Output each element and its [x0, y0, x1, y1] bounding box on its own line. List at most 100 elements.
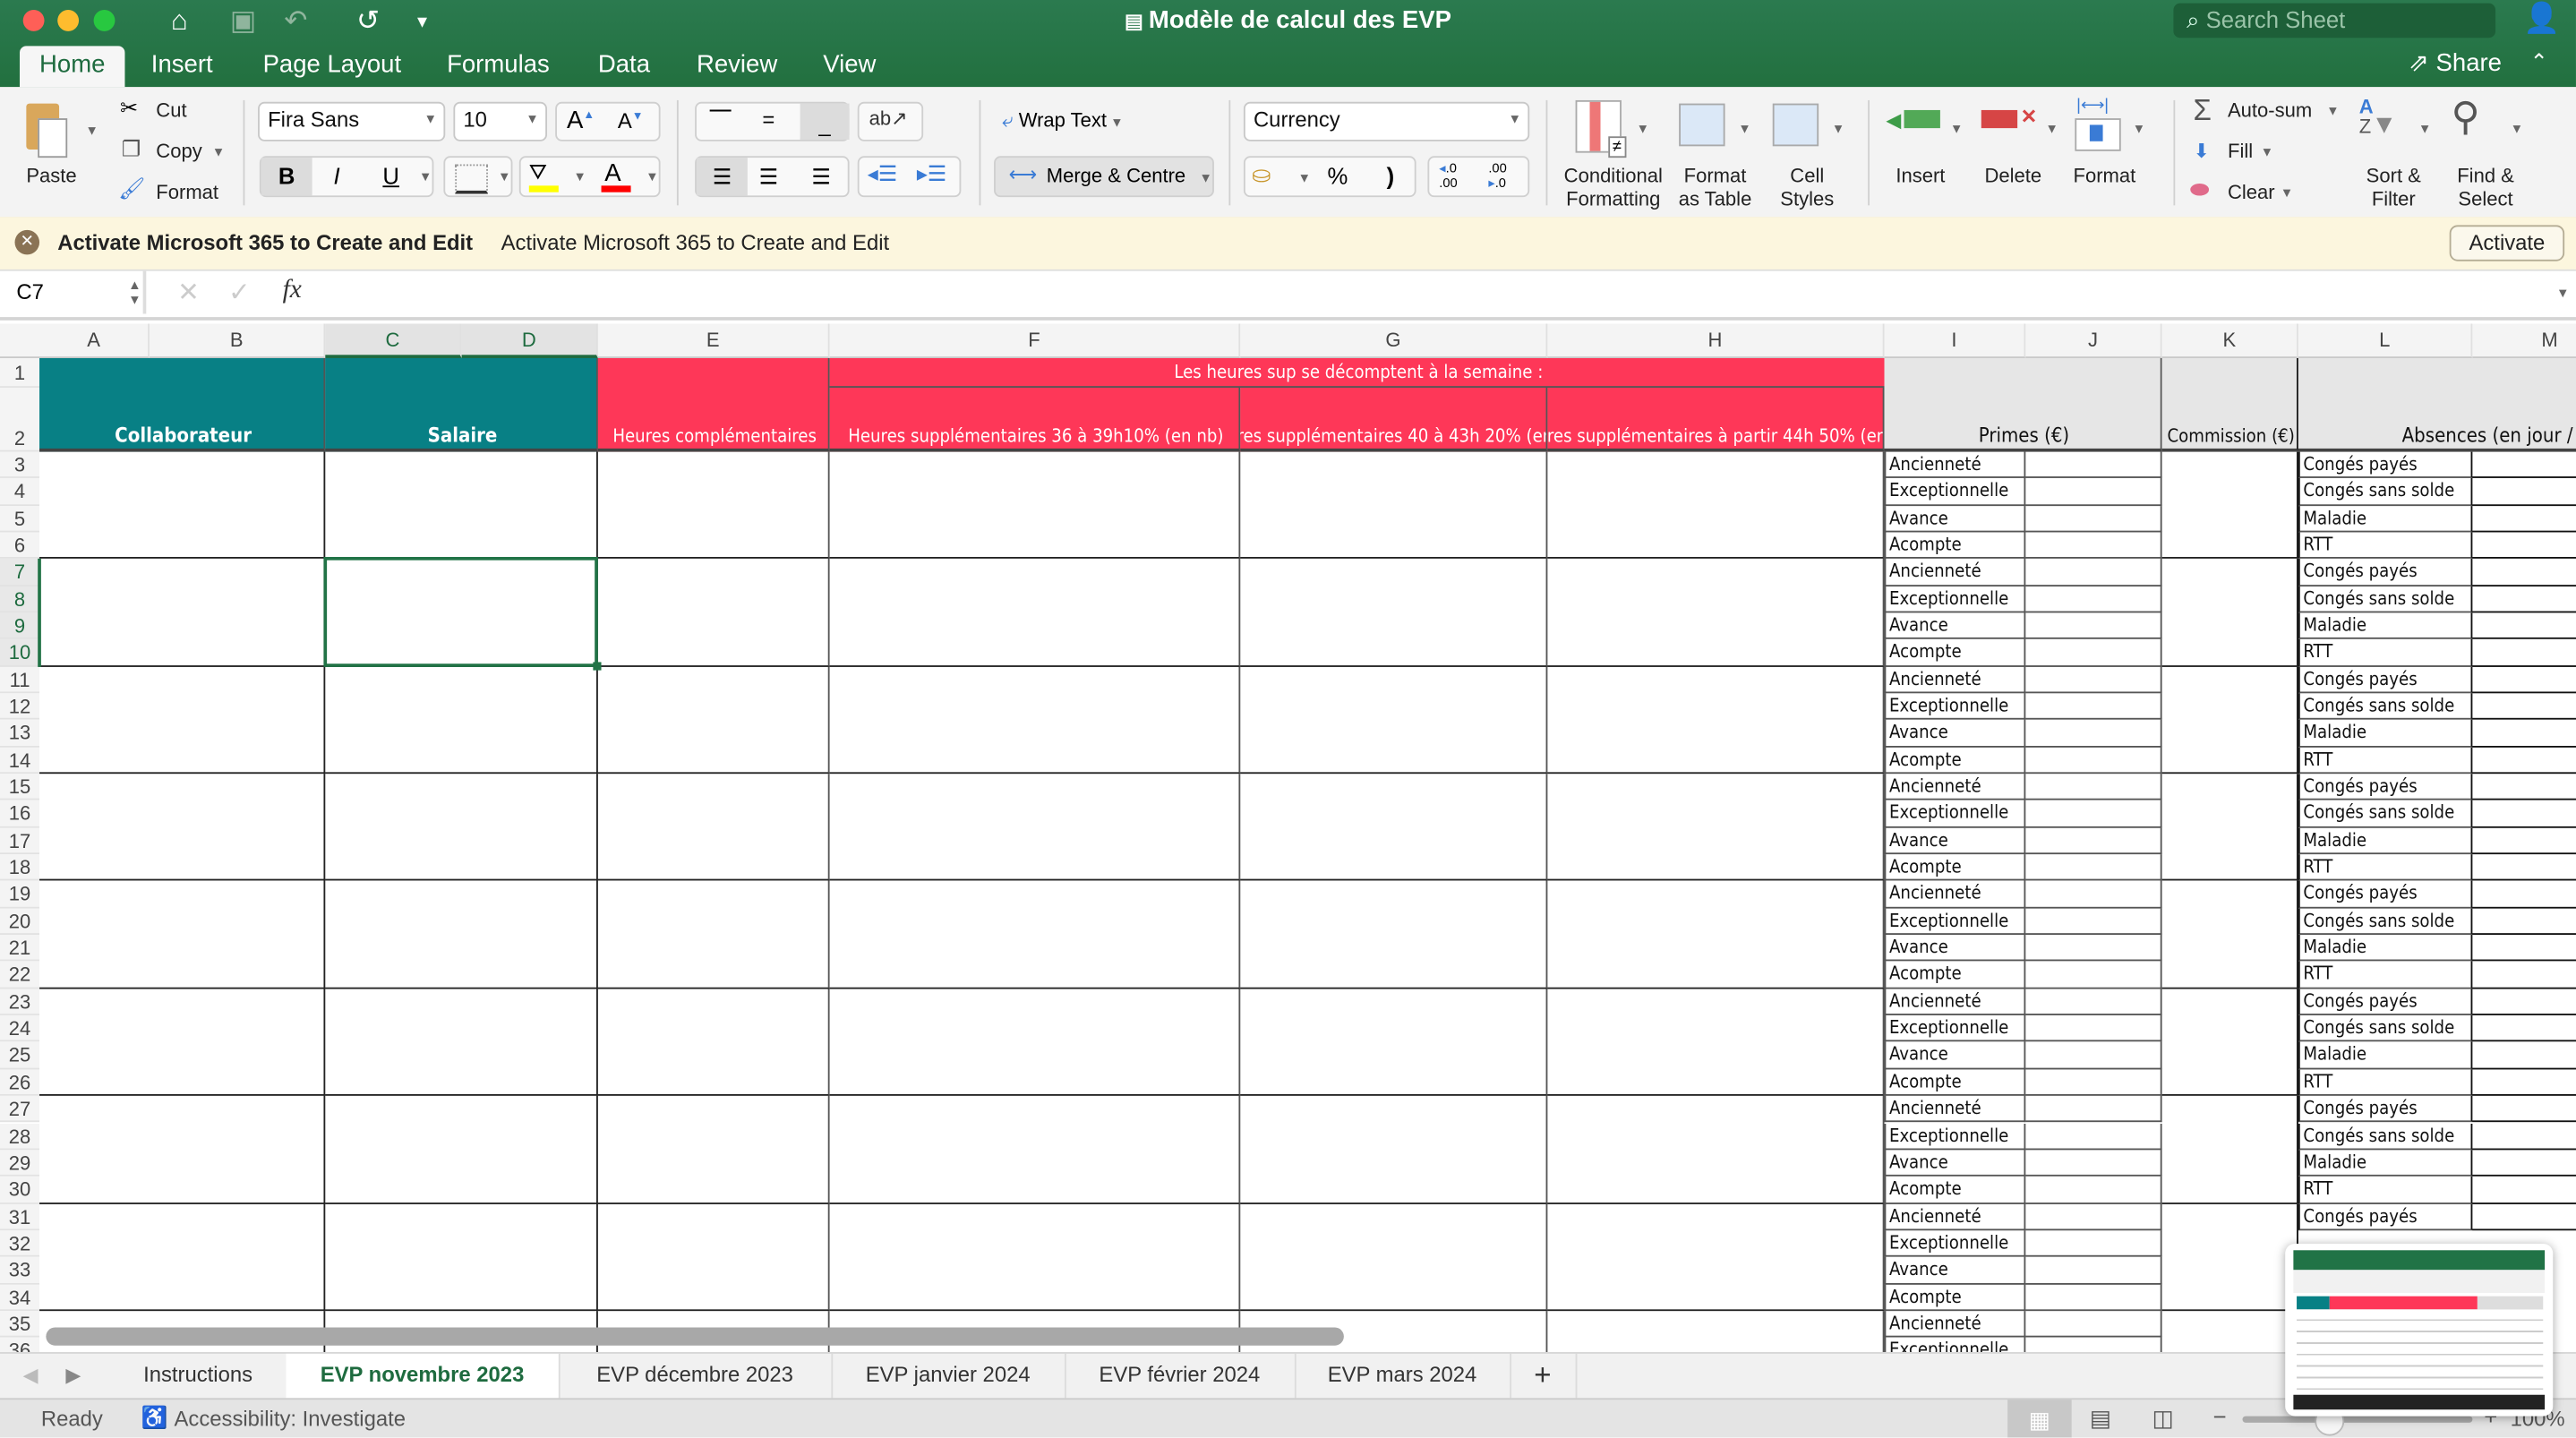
bold-button[interactable]: B [261, 158, 312, 196]
absence-value[interactable] [2472, 720, 2576, 748]
absence-value[interactable] [2472, 586, 2576, 613]
absence-value[interactable] [2472, 1069, 2576, 1097]
prime-label[interactable]: Exceptionnelle [1884, 800, 2026, 828]
cell-commission[interactable] [2161, 989, 2298, 1097]
absence-value[interactable] [2472, 693, 2576, 721]
absence-value[interactable] [2472, 854, 2576, 882]
column-header-j[interactable]: J [2025, 323, 2162, 358]
prime-label[interactable]: Ancienneté [1884, 989, 2026, 1016]
prime-label[interactable]: Ancienneté [1884, 559, 2026, 586]
absence-value[interactable] [2472, 1123, 2576, 1151]
sheet-tab-evp-janvier-2024[interactable]: EVP janvier 2024 [831, 1353, 1066, 1399]
absence-value[interactable] [2472, 1042, 2576, 1070]
prime-label[interactable]: Exceptionnelle [1884, 478, 2026, 506]
percent-style-button[interactable]: % [1328, 163, 1348, 189]
row-header-29[interactable]: 29 [0, 1150, 40, 1177]
prime-value[interactable] [2025, 1150, 2162, 1177]
cell-salaire[interactable] [325, 1096, 598, 1204]
tab-view[interactable]: View [803, 46, 895, 87]
header-collaborateur[interactable]: Collaborateur [39, 357, 326, 452]
absence-value[interactable] [2472, 774, 2576, 801]
sort-filter-button[interactable]: Sort & Filter [2361, 164, 2426, 210]
cell-commission[interactable] [2161, 451, 2298, 560]
cell-collaborateur[interactable] [39, 451, 326, 560]
select-all-button[interactable] [0, 323, 40, 358]
increase-decimal-icon[interactable]: ◂.0.00 [1439, 161, 1457, 191]
row-header-25[interactable]: 25 [0, 1042, 40, 1070]
prime-label[interactable]: Ancienneté [1884, 451, 2026, 479]
prime-label[interactable]: Acompte [1884, 1283, 2026, 1311]
paste-icon[interactable] [23, 97, 73, 158]
name-box[interactable]: C7 ▲ ▼ [0, 270, 147, 314]
prime-label[interactable]: Ancienneté [1884, 1310, 2026, 1338]
prime-value[interactable] [2025, 747, 2162, 775]
cell-heures-complementaires[interactable] [597, 774, 830, 882]
cell-hs-40-43[interactable] [1240, 1096, 1548, 1204]
next-sheet-icon[interactable]: ▶ [65, 1364, 81, 1387]
sheet-tab-instructions[interactable]: Instructions [110, 1353, 288, 1399]
prime-label[interactable]: Ancienneté [1884, 666, 2026, 694]
absence-label[interactable]: RTT [2298, 747, 2473, 775]
cell-hs-44[interactable] [1547, 989, 1885, 1097]
format-button[interactable]: Format [2074, 164, 2136, 187]
absence-label[interactable]: Congés sans solde [2298, 908, 2473, 936]
absence-value[interactable] [2472, 506, 2576, 533]
row-header-3[interactable]: 3 [0, 451, 40, 479]
row-header-26[interactable]: 26 [0, 1069, 40, 1097]
prime-label[interactable]: Acompte [1884, 1069, 2026, 1097]
cell-hs-40-43[interactable] [1240, 666, 1548, 775]
header-hs-36-39[interactable]: Heures supplémentaires 36 à 39h10% (en n… [829, 388, 1241, 452]
column-header-g[interactable]: G [1240, 323, 1548, 358]
fill-handle[interactable] [593, 661, 602, 671]
prime-value[interactable] [2025, 1096, 2162, 1124]
absence-label[interactable]: Maladie [2298, 612, 2473, 640]
prime-label[interactable]: Exceptionnelle [1884, 1123, 2026, 1151]
prime-value[interactable] [2025, 612, 2162, 640]
align-right-icon[interactable]: ☰ [811, 158, 830, 195]
cell-salaire[interactable] [325, 451, 598, 560]
row-header-30[interactable]: 30 [0, 1177, 40, 1203]
horizontal-scrollbar[interactable] [46, 1327, 1344, 1346]
search-sheet-input[interactable]: ⌕ Search Sheet [2173, 3, 2496, 39]
absence-label[interactable]: RTT [2298, 532, 2473, 560]
prime-value[interactable] [2025, 881, 2162, 909]
prime-value[interactable] [2025, 586, 2162, 613]
cancel-formula-icon[interactable]: ✕ [177, 276, 200, 309]
absence-value[interactable] [2472, 1150, 2576, 1177]
column-header-f[interactable]: F [829, 323, 1241, 358]
absence-value[interactable] [2472, 559, 2576, 586]
cell-heures-complementaires[interactable] [597, 559, 830, 667]
share-button[interactable]: ⇗ Share [2409, 47, 2502, 77]
prime-label[interactable]: Ancienneté [1884, 774, 2026, 801]
cell-hs-36-39[interactable] [829, 989, 1241, 1097]
chevron-down-icon[interactable]: ▼ [2133, 122, 2146, 137]
prime-label[interactable]: Exceptionnelle [1884, 693, 2026, 721]
clear-button[interactable]: Clear [2228, 181, 2275, 204]
prime-value[interactable] [2025, 1069, 2162, 1097]
prime-value[interactable] [2025, 451, 2162, 479]
absence-value[interactable] [2472, 452, 2576, 479]
dismiss-icon[interactable]: ✕ [14, 229, 40, 255]
row-header-20[interactable]: 20 [0, 908, 40, 936]
prime-value[interactable] [2025, 639, 2162, 667]
prime-value[interactable] [2025, 1283, 2162, 1311]
row-header-33[interactable]: 33 [0, 1256, 40, 1284]
absence-value[interactable] [2472, 479, 2576, 506]
collapse-ribbon-icon[interactable]: ⌃ [2530, 49, 2548, 75]
prime-value[interactable] [2025, 532, 2162, 560]
absence-label[interactable]: Congés sans solde [2298, 1015, 2473, 1043]
chevron-down-icon[interactable]: ▼ [1832, 122, 1845, 137]
prime-value[interactable] [2025, 774, 2162, 801]
align-middle-icon[interactable]: = [762, 107, 775, 132]
prime-label[interactable]: Acompte [1884, 639, 2026, 667]
prime-value[interactable] [2025, 1337, 2162, 1353]
row-header-31[interactable]: 31 [0, 1203, 40, 1230]
row-header-34[interactable]: 34 [0, 1283, 40, 1311]
find-select-button[interactable]: Find & Select [2454, 164, 2517, 210]
paste-dropdown-icon[interactable]: ▼ [85, 124, 98, 139]
cell-hs-36-39[interactable] [829, 1096, 1241, 1204]
absence-label[interactable]: RTT [2298, 1069, 2473, 1097]
header-salaire[interactable]: Salaire [325, 357, 598, 452]
absence-value[interactable] [2472, 1015, 2576, 1043]
row-header-27[interactable]: 27 [0, 1096, 40, 1124]
